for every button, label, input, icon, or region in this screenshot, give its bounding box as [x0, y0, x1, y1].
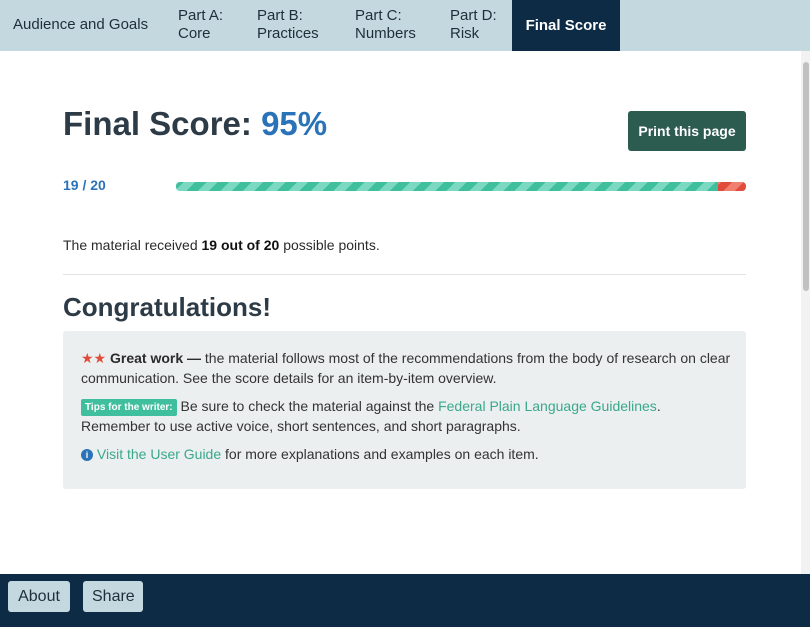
- print-button[interactable]: Print this page: [628, 111, 746, 151]
- tab-label-line2: Practices: [257, 25, 319, 42]
- user-guide-paragraph: i Visit the User Guide for more explanat…: [81, 444, 731, 464]
- share-button[interactable]: Share: [83, 581, 143, 612]
- about-button[interactable]: About: [8, 581, 70, 612]
- points-summary: The material received 19 out of 20 possi…: [63, 237, 380, 253]
- great-work-label: Great work —: [110, 350, 202, 366]
- progress-fill-missed: [717, 182, 746, 191]
- tips-badge: Tips for the writer:: [81, 399, 177, 416]
- tab-label-line2: Core: [178, 25, 211, 42]
- tab-final-score[interactable]: Final Score: [512, 0, 620, 51]
- divider: [63, 274, 746, 275]
- score-fraction: 19 / 20: [63, 177, 106, 193]
- star-icon: ★★: [81, 350, 107, 366]
- info-icon: i: [81, 449, 93, 461]
- points-suffix: possible points.: [283, 237, 380, 253]
- great-work-paragraph: ★★ Great work — the material follows mos…: [81, 348, 731, 388]
- top-nav: Audience and Goals Part A: Core Part B: …: [0, 0, 810, 51]
- tab-label-line1: Part B:: [257, 7, 303, 24]
- tab-label-line1: Part A:: [178, 7, 224, 24]
- page-title-label: Final Score:: [63, 105, 252, 142]
- page-title: Final Score: 95%: [63, 105, 327, 143]
- footer-bar: About Share: [0, 574, 810, 627]
- tab-label-line2: Numbers: [355, 25, 416, 42]
- feedback-panel: ★★ Great work — the material follows mos…: [63, 331, 746, 489]
- points-value: 19 out of 20: [201, 237, 280, 253]
- tab-part-d[interactable]: Part D: Risk: [450, 7, 497, 43]
- progress-fill-achieved: [176, 182, 718, 191]
- tab-label-line1: Part C:: [355, 7, 402, 24]
- score-percent: 95%: [261, 105, 328, 142]
- points-prefix: The material received: [63, 237, 198, 253]
- user-guide-text: for more explanations and examples on ea…: [225, 446, 539, 462]
- tab-part-a[interactable]: Part A: Core: [178, 7, 223, 43]
- tab-part-b[interactable]: Part B: Practices: [257, 7, 319, 43]
- tab-part-c[interactable]: Part C: Numbers: [355, 7, 416, 43]
- plain-language-guidelines-link[interactable]: Federal Plain Language Guidelines: [438, 398, 657, 414]
- tips-text: Be sure to check the material against th…: [180, 398, 435, 414]
- scrollbar-thumb[interactable]: [803, 62, 809, 291]
- user-guide-link[interactable]: Visit the User Guide: [97, 446, 221, 462]
- congrats-heading: Congratulations!: [63, 292, 271, 322]
- score-progress-bar: [176, 182, 746, 191]
- tips-paragraph: Tips for the writer: Be sure to check th…: [81, 396, 731, 436]
- tab-audience-and-goals[interactable]: Audience and Goals: [13, 16, 148, 34]
- tab-label-line1: Part D:: [450, 7, 497, 24]
- tab-label-line2: Risk: [450, 25, 480, 42]
- tab-label: Audience and Goals: [13, 16, 149, 33]
